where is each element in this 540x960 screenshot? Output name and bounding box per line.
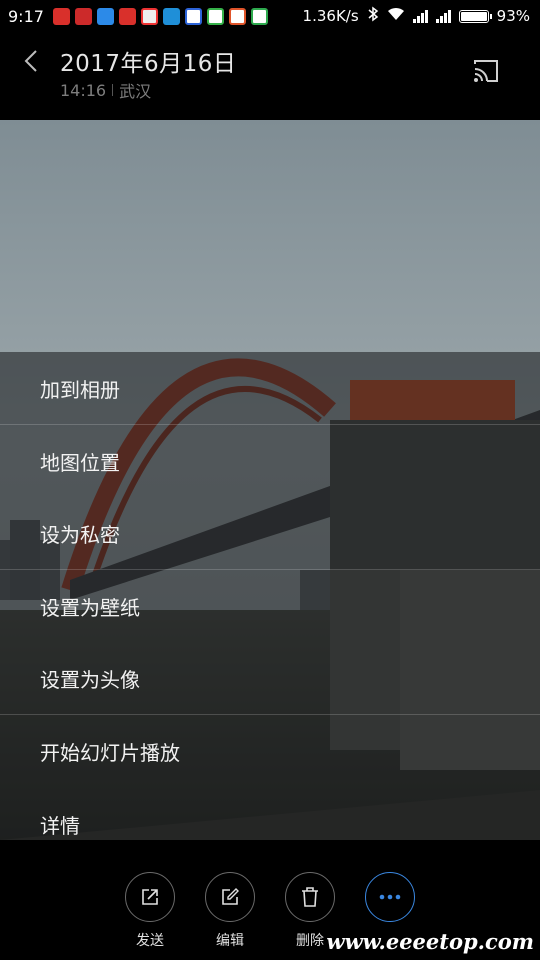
bluetooth-icon [367, 6, 379, 26]
share-icon [142, 889, 158, 905]
menu-item-label: 设为私密 [40, 522, 120, 547]
browser-icon [250, 7, 268, 25]
cast-button[interactable] [472, 58, 500, 84]
menu-item-map-location[interactable]: 地图位置 [0, 425, 540, 497]
battery-icon [458, 9, 492, 23]
delete-circle [285, 872, 335, 922]
photo-meta: 14:16 武汉 [60, 78, 151, 102]
send-circle [125, 872, 175, 922]
status-bar: 9:17 1.36K/s 93% [0, 0, 540, 32]
more-circle [365, 872, 415, 922]
blue-app-icon [96, 7, 114, 25]
back-button[interactable] [18, 46, 44, 76]
news-icon [140, 7, 158, 25]
signal-icon [412, 9, 428, 23]
status-time: 9:17 [8, 6, 44, 26]
edit-circle [205, 872, 255, 922]
photo-location: 武汉 [119, 82, 152, 101]
weather-icon [162, 7, 180, 25]
watermark: www.eeeetop.com [326, 929, 534, 954]
battery-percent: 93% [496, 7, 530, 25]
send-label: 发送 [136, 933, 164, 949]
menu-item-label: 地图位置 [40, 450, 120, 475]
more-dots-icon [379, 894, 401, 900]
menu-item-label: 设置为壁纸 [40, 595, 140, 620]
menu-item-label: 开始幻灯片播放 [40, 740, 180, 765]
menu-item-slideshow[interactable]: 开始幻灯片播放 [0, 715, 540, 787]
signal-icon-2 [435, 9, 451, 23]
header: 2017年6月16日 14:16 武汉 [0, 32, 540, 120]
news-icon-2 [228, 7, 246, 25]
toutiao-icon [74, 7, 92, 25]
send-button[interactable]: 发送 [120, 872, 180, 950]
chevron-left-icon [24, 50, 37, 72]
menu-item-set-wallpaper[interactable]: 设置为壁纸 [0, 570, 540, 642]
battery-fill [460, 11, 487, 21]
bottom-action-bar: 发送 编辑 删除 www.eeeetop.com [0, 840, 540, 960]
baidu-icon [184, 7, 202, 25]
network-speed: 1.36K/s [302, 7, 359, 25]
wifi-icon [387, 7, 405, 25]
divider [112, 84, 114, 96]
menu-item-label: 详情 [40, 813, 80, 838]
more-menu: 加到相册 地图位置 设为私密 设置为壁纸 设置为头像 开始幻灯片播放 详情 [0, 352, 540, 840]
video-icon [206, 7, 224, 25]
menu-item-set-private[interactable]: 设为私密 [0, 497, 540, 569]
weibo-icon [52, 7, 70, 25]
edit-label: 编辑 [216, 933, 244, 949]
weibo-icon-2 [118, 7, 136, 25]
cast-icon [474, 60, 498, 82]
menu-item-set-avatar[interactable]: 设置为头像 [0, 642, 540, 714]
menu-item-label: 加到相册 [40, 377, 120, 402]
page-title: 2017年6月16日 [60, 51, 237, 77]
photo-time: 14:16 [60, 80, 107, 100]
menu-item-label: 设置为头像 [40, 667, 140, 692]
edit-button[interactable]: 编辑 [200, 872, 260, 950]
trash-icon [302, 887, 318, 907]
more-button[interactable] [360, 872, 420, 922]
menu-item-add-to-album[interactable]: 加到相册 [0, 352, 540, 424]
edit-icon [222, 888, 239, 905]
